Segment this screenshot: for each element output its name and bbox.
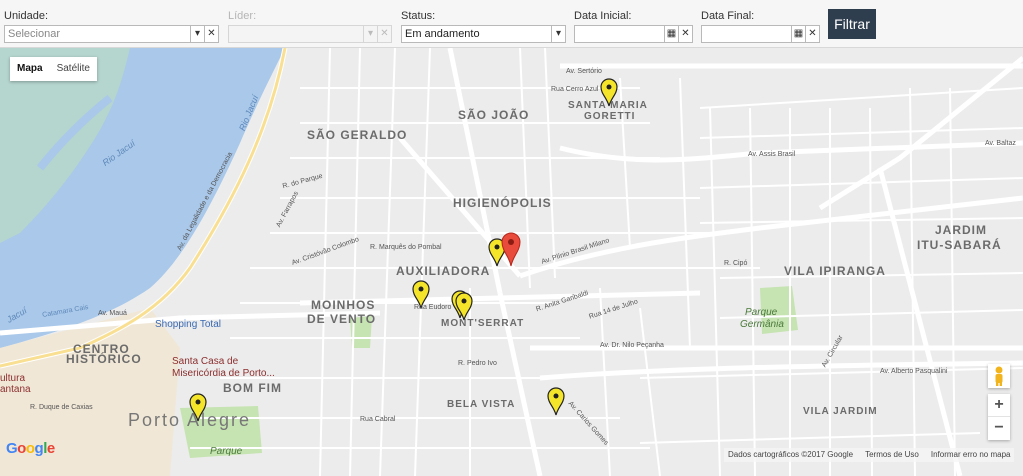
- data-final-label: Data Final:: [701, 10, 755, 22]
- label-bela-vista: BELA VISTA: [447, 399, 516, 410]
- street-rua-cabral: Rua Cabral: [360, 416, 396, 423]
- map-footer: Dados cartográficos ©2017 Google Termos …: [724, 448, 1015, 462]
- label-higienopolis: HIGIENÓPOLIS: [453, 196, 552, 210]
- label-montserrat: MONT'SERRAT: [441, 318, 525, 329]
- unidade-clear-icon[interactable]: ✕: [204, 26, 218, 42]
- unidade-filter: Unidade: Selecionar ▾ ✕: [4, 9, 219, 43]
- label-porto-alegre: Porto Alegre: [128, 410, 252, 430]
- street-rua-eudoro: Rua Eudoro: [414, 304, 452, 311]
- label-sao-geraldo: SÃO GERALDO: [307, 128, 408, 142]
- status-select[interactable]: Em andamento ▾: [401, 25, 566, 43]
- lider-label: Líder:: [228, 10, 257, 22]
- street-av-sertorio: Av. Sertório: [566, 68, 602, 75]
- poi-parque-germania-1[interactable]: Parque: [745, 307, 777, 318]
- label-vila-ipiranga: VILA IPIRANGA: [784, 264, 886, 278]
- data-inicial-label: Data Inicial:: [574, 10, 632, 22]
- label-itu-sabara: ITU-SABARÁ: [917, 238, 1002, 252]
- lider-filter: Líder: ▾ ✕: [228, 9, 392, 43]
- poi-parque[interactable]: Parque: [210, 446, 242, 457]
- lider-dropdown-icon: ▾: [363, 26, 377, 42]
- data-final-input[interactable]: ▦ ✕: [701, 25, 820, 43]
- status-value: Em andamento: [405, 28, 480, 40]
- label-moinhos: MOINHOS: [311, 298, 376, 312]
- street-duque-caxias: R. Duque de Caxias: [30, 404, 93, 411]
- terms-link[interactable]: Termos de Uso: [865, 448, 919, 462]
- status-label: Status:: [401, 10, 436, 22]
- status-filter: Status: Em andamento ▾: [401, 9, 566, 43]
- label-sao-joao: SÃO JOÃO: [458, 108, 530, 122]
- status-dropdown-icon[interactable]: ▾: [551, 26, 565, 42]
- street-view-pegman-icon[interactable]: [988, 364, 1010, 388]
- poi-parque-germania-2[interactable]: Germânia: [740, 319, 784, 330]
- data-inicial-clear-icon[interactable]: ✕: [678, 26, 692, 42]
- data-final-clear-icon[interactable]: ✕: [805, 26, 819, 42]
- data-final-filter: Data Final: ▦ ✕: [701, 9, 820, 43]
- map-data-credit: Dados cartográficos ©2017 Google: [728, 450, 854, 459]
- street-nilo-pecanha: Av. Dr. Nilo Peçanha: [600, 342, 664, 349]
- report-error-link[interactable]: Informar erro no mapa: [931, 448, 1011, 462]
- zoom-out-button[interactable]: −: [988, 417, 1010, 440]
- unidade-select[interactable]: Selecionar ▾ ✕: [4, 25, 219, 43]
- google-logo[interactable]: Google: [6, 440, 55, 457]
- marker-bela-vista[interactable]: [547, 387, 565, 416]
- zoom-in-button[interactable]: +: [988, 394, 1010, 417]
- lider-clear-icon: ✕: [377, 26, 391, 42]
- calendar-icon[interactable]: ▦: [664, 26, 678, 42]
- poi-santana: antana: [0, 384, 31, 395]
- filter-bar: Unidade: Selecionar ▾ ✕ Líder: ▾ ✕ Statu…: [0, 0, 1023, 48]
- label-jardim: JARDIM: [935, 223, 988, 237]
- filtrar-button[interactable]: Filtrar: [828, 9, 876, 39]
- lider-select: ▾ ✕: [228, 25, 392, 43]
- map-type-satelite-button[interactable]: Satélite: [50, 57, 97, 81]
- unidade-label: Unidade:: [4, 10, 49, 22]
- label-vila-jardim: VILA JARDIM: [803, 406, 878, 417]
- poi-shopping-total[interactable]: Shopping Total: [155, 319, 221, 330]
- unidade-placeholder: Selecionar: [8, 28, 60, 40]
- poi-santa-casa-2[interactable]: Misericórdia de Porto...: [172, 368, 275, 379]
- street-av-assis-brasil: Av. Assis Brasil: [748, 151, 796, 158]
- label-historico: HISTÓRICO: [66, 352, 142, 366]
- label-santa-maria: SANTA MARIA: [568, 100, 648, 111]
- street-marques-pombal: R. Marquês do Pombal: [370, 244, 442, 251]
- street-rua-cerro-azul: Rua Cerro Azul: [551, 86, 599, 93]
- label-auxiliadora: AUXILIADORA: [396, 264, 491, 278]
- unidade-dropdown-icon[interactable]: ▾: [190, 26, 204, 42]
- poi-cultura: ultura: [0, 373, 26, 384]
- map-type-mapa-button[interactable]: Mapa: [10, 57, 50, 81]
- map-type-control: Mapa Satélite: [10, 57, 97, 81]
- label-bom-fim: BOM FIM: [223, 381, 282, 395]
- calendar-icon[interactable]: ▦: [791, 26, 805, 42]
- map-view[interactable]: SÃO GERALDO SÃO JOÃO SANTA MARIA GORETTI…: [0, 48, 1023, 476]
- data-inicial-input[interactable]: ▦ ✕: [574, 25, 693, 43]
- data-inicial-filter: Data Inicial: ▦ ✕: [574, 9, 693, 43]
- poi-santa-casa-1[interactable]: Santa Casa de: [172, 356, 238, 367]
- street-pasqualini: Av. Alberto Pasqualini: [880, 368, 948, 375]
- street-av-maua: Av. Mauá: [98, 310, 127, 317]
- label-goretti: GORETTI: [584, 111, 636, 122]
- zoom-control: + −: [988, 394, 1010, 440]
- street-av-baltaz: Av. Baltaz: [985, 140, 1016, 147]
- street-r-cipo: R. Cipó: [724, 260, 748, 267]
- street-pedro-ivo: R. Pedro Ivo: [458, 360, 497, 367]
- label-de-vento: DE VENTO: [307, 312, 377, 326]
